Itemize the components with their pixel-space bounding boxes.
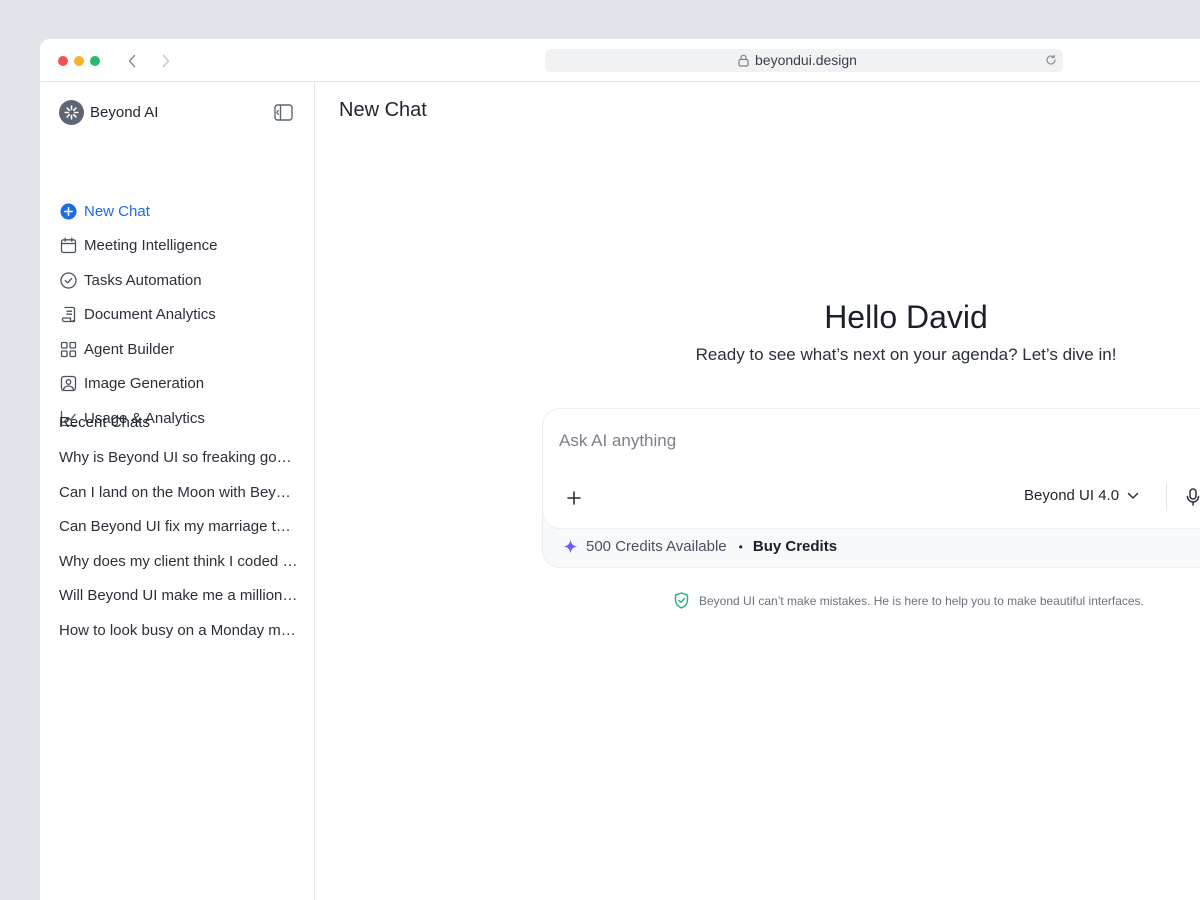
brand[interactable]: Beyond AI [59, 100, 158, 125]
image-icon [59, 375, 77, 393]
sidebar-menu: New Chat Meeting Intelligence Tasks Auto… [59, 194, 217, 436]
credits-available: 500 Credits Available [586, 538, 727, 555]
page-title: New Chat [339, 99, 427, 121]
recent-chat-item[interactable]: Can I land on the Moon with Beyond UI? [59, 483, 299, 518]
add-attachment-button[interactable] [565, 489, 583, 507]
lock-icon [738, 54, 749, 67]
ask-ai-input[interactable] [559, 429, 1159, 453]
sidebar-item-label: Agent Builder [84, 340, 175, 358]
separator-dot: • [738, 539, 743, 554]
chevron-down-icon [1127, 492, 1139, 499]
recent-chat-item[interactable]: Can Beyond UI fix my marriage too? [59, 517, 299, 552]
sidebar-item-meeting-intelligence[interactable]: Meeting Intelligence [59, 229, 217, 264]
credits-row: 500 Credits Available • Buy Credits [563, 538, 837, 555]
back-button[interactable] [122, 51, 142, 71]
minimize-window-button[interactable] [74, 56, 84, 66]
microphone-button[interactable] [1186, 488, 1200, 511]
sidebar-item-image-generation[interactable]: Image Generation [59, 367, 217, 402]
check-circle-icon [59, 271, 77, 289]
collapse-sidebar-button[interactable] [274, 104, 293, 126]
recent-chats-list: Why is Beyond UI so freaking good? Can I… [59, 448, 299, 655]
url-text: beyondui.design [755, 52, 857, 68]
sidebar-item-label: Tasks Automation [84, 271, 202, 289]
buy-credits-link[interactable]: Buy Credits [753, 538, 837, 555]
sidebar-item-label: Document Analytics [84, 306, 216, 324]
disclaimer: Beyond UI can’t make mistakes. He is her… [674, 592, 1144, 609]
sidebar-item-label: Image Generation [84, 375, 205, 393]
microphone-icon [1186, 488, 1200, 506]
sidebar-item-label: New Chat [84, 202, 150, 220]
chevron-right-icon [162, 54, 170, 68]
sidebar-item-agent-builder[interactable]: Agent Builder [59, 332, 217, 367]
brand-logo-icon [59, 100, 84, 125]
document-icon [59, 306, 77, 324]
sidebar-item-label: Meeting Intelligence [84, 237, 218, 255]
disclaimer-text: Beyond UI can’t make mistakes. He is her… [699, 593, 1144, 608]
recent-chat-item[interactable]: Will Beyond UI make me a millionaire? [59, 586, 299, 621]
recent-chat-item[interactable]: How to look busy on a Monday morning [59, 621, 299, 656]
brand-name: Beyond AI [90, 104, 159, 121]
model-selector[interactable]: Beyond UI 4.0 [1024, 487, 1139, 504]
sidebar-item-document-analytics[interactable]: Document Analytics [59, 298, 217, 333]
maximize-window-button[interactable] [90, 56, 100, 66]
sidebar: Beyond AI New Chat Meeting Intelligence [40, 82, 315, 900]
address-bar[interactable]: beyondui.design [545, 49, 1063, 72]
recent-chats-heading: Recent Chats [59, 414, 150, 431]
composer-input-panel: Beyond UI 4.0 [543, 409, 1200, 529]
model-selector-label: Beyond UI 4.0 [1024, 487, 1120, 504]
plus-icon [567, 491, 581, 505]
sidebar-toggle-icon [274, 104, 293, 121]
recent-chat-item[interactable]: Why is Beyond UI so freaking good? [59, 448, 299, 483]
calendar-icon [59, 237, 77, 255]
sidebar-item-new-chat[interactable]: New Chat [59, 194, 217, 229]
reload-icon[interactable] [1045, 54, 1057, 66]
forward-button[interactable] [156, 51, 176, 71]
greeting-heading: Hello David [824, 299, 988, 335]
shield-check-icon [674, 592, 689, 609]
chevron-left-icon [128, 54, 136, 68]
close-window-button[interactable] [58, 56, 68, 66]
browser-window: beyondui.design Beyond AI New Chat Meeti… [40, 39, 1200, 900]
sparkle-icon [563, 539, 578, 554]
recent-chat-item[interactable]: Why does my client think I coded this? [59, 552, 299, 587]
plus-circle-icon [59, 202, 77, 220]
composer-divider [1166, 483, 1167, 511]
sidebar-item-tasks-automation[interactable]: Tasks Automation [59, 263, 217, 298]
greeting-subtitle: Ready to see what’s next on your agenda?… [695, 345, 1117, 364]
grid-icon [59, 340, 77, 358]
browser-titlebar: beyondui.design [40, 39, 1200, 82]
chat-composer: Beyond UI 4.0 500 Credits Available • Bu… [542, 408, 1200, 568]
